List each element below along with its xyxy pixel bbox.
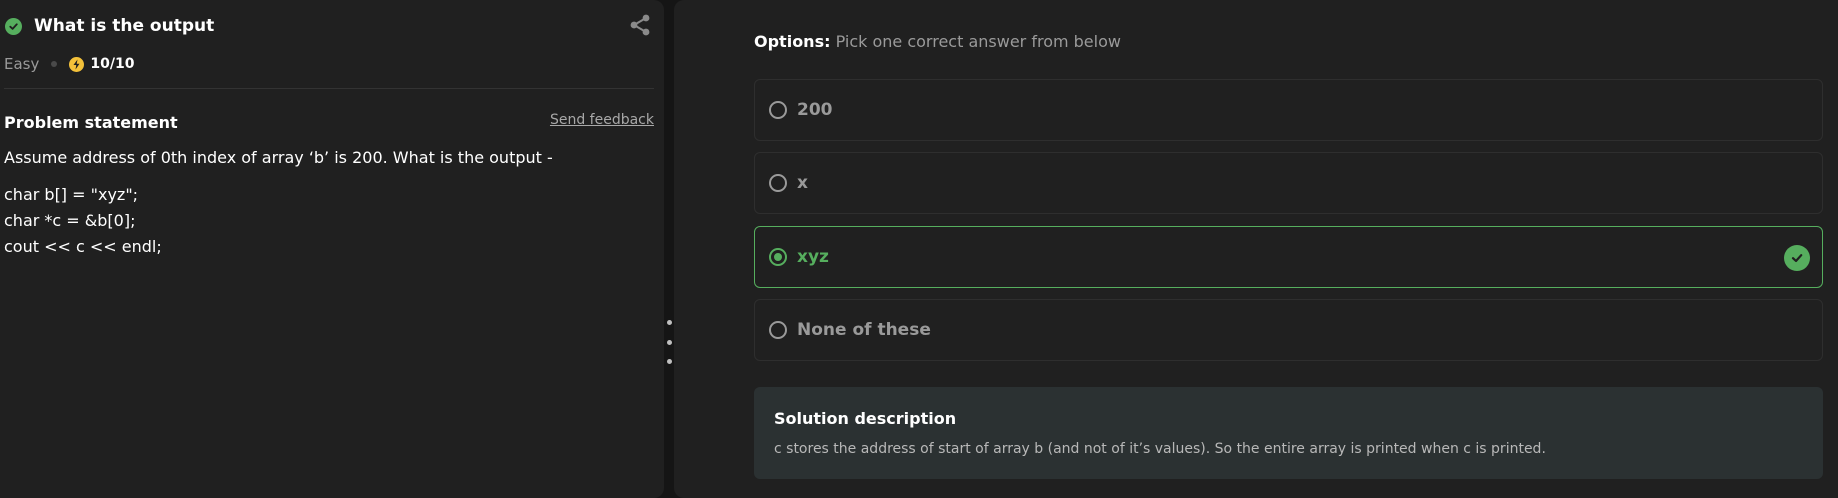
options-label: Options: bbox=[754, 32, 831, 51]
vertical-dots-icon bbox=[666, 320, 672, 325]
radio-button-selected[interactable] bbox=[769, 248, 787, 266]
app-root: What is the output Easy 10/10 Problem st… bbox=[0, 0, 1838, 498]
code-line: cout << c << endl; bbox=[4, 237, 162, 256]
radio-button[interactable] bbox=[769, 101, 787, 119]
solution-title: Solution description bbox=[774, 409, 957, 428]
radio-button[interactable] bbox=[769, 321, 787, 339]
options-header: Options: Pick one correct answer from be… bbox=[754, 32, 1121, 51]
correct-check-icon bbox=[1784, 245, 1810, 271]
option-label: xyz bbox=[797, 247, 829, 267]
option-x[interactable]: x bbox=[754, 152, 1823, 214]
problem-panel: What is the output Easy 10/10 Problem st… bbox=[0, 0, 664, 498]
vertical-dots-icon bbox=[666, 359, 672, 364]
solution-box: Solution description c stores the addres… bbox=[754, 387, 1823, 479]
question-meta: Easy 10/10 bbox=[4, 54, 134, 74]
radio-button[interactable] bbox=[769, 174, 787, 192]
problem-statement-heading: Problem statement bbox=[4, 113, 178, 132]
option-label: 200 bbox=[797, 100, 833, 120]
header-divider bbox=[4, 88, 654, 89]
question-title: What is the output bbox=[34, 16, 215, 36]
score-value: 10/10 bbox=[90, 56, 135, 72]
option-200[interactable]: 200 bbox=[754, 79, 1823, 141]
send-feedback-link[interactable]: Send feedback bbox=[550, 112, 654, 128]
share-icon[interactable] bbox=[629, 13, 651, 37]
difficulty-label: Easy bbox=[4, 55, 40, 73]
separator-dot bbox=[51, 61, 58, 67]
code-line: char b[] = "xyz"; bbox=[4, 185, 139, 204]
solved-check-icon bbox=[5, 17, 22, 35]
option-label: None of these bbox=[797, 320, 931, 340]
question-title-row: What is the output bbox=[5, 14, 214, 38]
vertical-dots-icon bbox=[666, 339, 672, 345]
code-snippet: char b[] = "xyz"; char *c = &b[0]; cout … bbox=[4, 182, 162, 260]
lightning-bolt-icon bbox=[69, 56, 85, 72]
answer-panel: Options: Pick one correct answer from be… bbox=[674, 0, 1838, 498]
option-none-of-these[interactable]: None of these bbox=[754, 299, 1823, 361]
option-xyz[interactable]: xyz bbox=[754, 226, 1823, 288]
solution-text: c stores the address of start of array b… bbox=[774, 441, 1546, 457]
problem-statement-text: Assume address of 0th index of array ‘b’… bbox=[4, 148, 553, 167]
option-label: x bbox=[797, 173, 808, 193]
code-line: char *c = &b[0]; bbox=[4, 211, 136, 230]
options-instruction: Pick one correct answer from below bbox=[835, 32, 1121, 51]
